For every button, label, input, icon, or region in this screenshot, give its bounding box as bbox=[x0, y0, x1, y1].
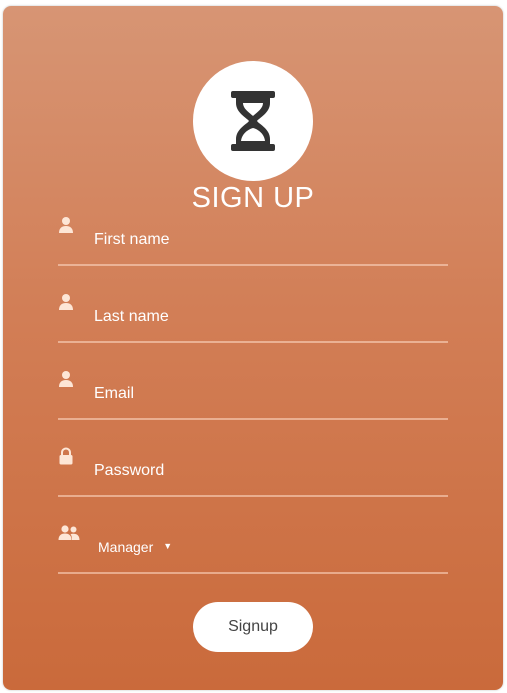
email-field bbox=[58, 370, 448, 420]
password-input[interactable] bbox=[94, 457, 434, 485]
page-title: SIGN UP bbox=[191, 182, 315, 214]
lock-icon bbox=[59, 447, 73, 465]
role-select[interactable]: Manager ▼ bbox=[98, 536, 172, 558]
password-field bbox=[58, 447, 448, 497]
last-name-input[interactable] bbox=[94, 303, 434, 331]
email-input[interactable] bbox=[94, 380, 434, 408]
signup-button[interactable]: Signup bbox=[193, 602, 313, 652]
user-icon bbox=[59, 371, 73, 387]
last-name-field bbox=[58, 293, 448, 343]
first-name-input[interactable] bbox=[94, 226, 434, 254]
hourglass-icon bbox=[231, 91, 275, 151]
user-icon bbox=[59, 294, 73, 310]
signup-card: SIGN UP First name Last name Email Manag… bbox=[3, 6, 503, 690]
user-icon bbox=[59, 217, 73, 233]
role-field: Manager ▼ bbox=[58, 524, 448, 574]
caret-down-icon: ▼ bbox=[163, 541, 173, 551]
role-select-value: Manager bbox=[98, 539, 154, 555]
logo-badge bbox=[193, 61, 313, 181]
first-name-field bbox=[58, 216, 448, 266]
users-icon bbox=[58, 525, 80, 540]
